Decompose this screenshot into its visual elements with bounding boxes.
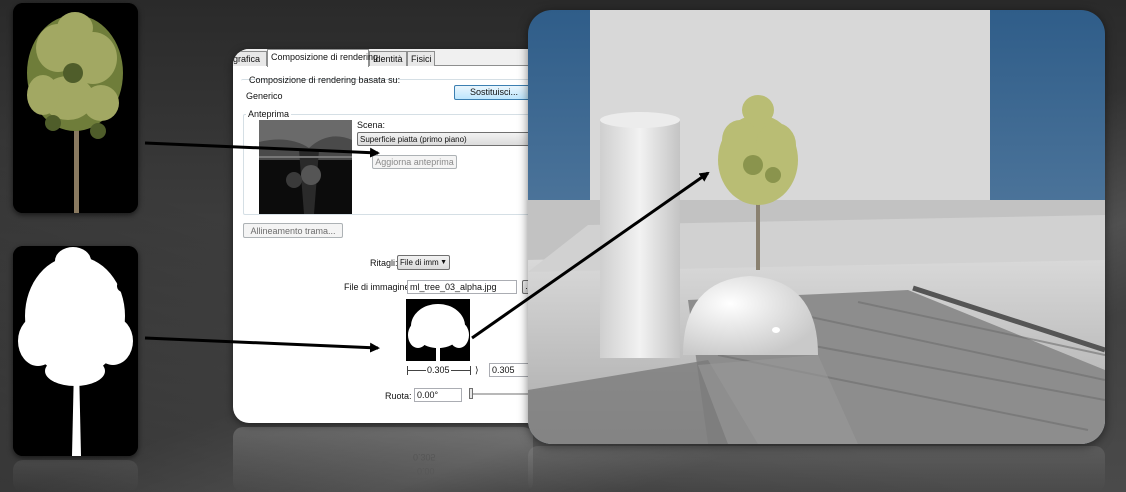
preview-group-label: Anteprima: [246, 109, 292, 120]
based-on-label: Composizione di rendering basata su:: [249, 75, 401, 85]
replace-button[interactable]: Sostituisci...: [454, 85, 533, 100]
image-thumbnail: [406, 299, 470, 361]
width-dimension-tick-right: [470, 366, 471, 375]
scene-label: Scena:: [357, 120, 386, 130]
material-dialog: grafica Composizione di rendering Identi…: [233, 49, 533, 423]
rotate-field[interactable]: 0.00°: [414, 388, 462, 402]
tab-strip: grafica Composizione di rendering Identi…: [233, 49, 533, 67]
image-file-value: ml_tree_03_alpha.jpg: [410, 282, 497, 292]
image-file-label: File di immagine:: [344, 282, 413, 292]
rotate-value: 0.00°: [417, 390, 439, 400]
cutouts-select-value: File di imm: [400, 258, 439, 267]
width-dimension-tick-left: [407, 366, 408, 375]
texture-alignment-label: Allineamento trama...: [250, 226, 336, 236]
height-value: 0.305: [492, 365, 515, 375]
tab-physical-label: Fisici: [411, 54, 432, 64]
image-file-field[interactable]: ml_tree_03_alpha.jpg: [407, 280, 517, 294]
rotate-slider-thumb[interactable]: [469, 388, 473, 399]
tab-grafica-label: grafica: [233, 54, 261, 64]
link-icon: ⟩: [475, 365, 479, 375]
tile-reflection: [13, 460, 138, 492]
reflection-width-value: 0.305: [413, 452, 436, 462]
tab-physical[interactable]: Fisici: [407, 51, 435, 66]
tab-grafica[interactable]: grafica: [233, 51, 267, 66]
render-reflection: [528, 446, 1105, 492]
dialog-reflection: 0.305 0.00: [233, 427, 533, 492]
texture-alignment-button[interactable]: Allineamento trama...: [243, 223, 343, 238]
tree-alpha-image: [13, 246, 138, 456]
tab-rendering-composition-label: Composizione di rendering: [271, 52, 379, 62]
chevron-down-icon: ▼: [440, 259, 447, 266]
update-preview-label: Aggiorna anteprima: [375, 157, 454, 167]
tab-rendering-composition[interactable]: Composizione di rendering: [267, 49, 378, 67]
rotate-slider[interactable]: [469, 388, 533, 399]
reflection-rotate-value: 0.00: [417, 466, 435, 476]
replace-button-label: Sostituisci...: [469, 87, 518, 97]
rotate-label: Ruota:: [385, 391, 412, 401]
update-preview-button[interactable]: Aggiorna anteprima: [372, 155, 457, 169]
based-on-value: Generico: [246, 91, 283, 101]
width-value: 0.305: [426, 365, 451, 376]
preview-image: [259, 120, 352, 214]
scene-select[interactable]: Superficie piatta (primo piano): [357, 132, 533, 146]
height-field[interactable]: 0.305: [489, 363, 533, 377]
cutouts-select[interactable]: File di imm ▼: [397, 255, 450, 270]
cutouts-label: Ritagli:: [370, 258, 398, 268]
render-preview-image: [528, 10, 1105, 444]
scene-select-value: Superficie piatta (primo piano): [360, 135, 467, 144]
tree-color-image: [13, 3, 138, 213]
